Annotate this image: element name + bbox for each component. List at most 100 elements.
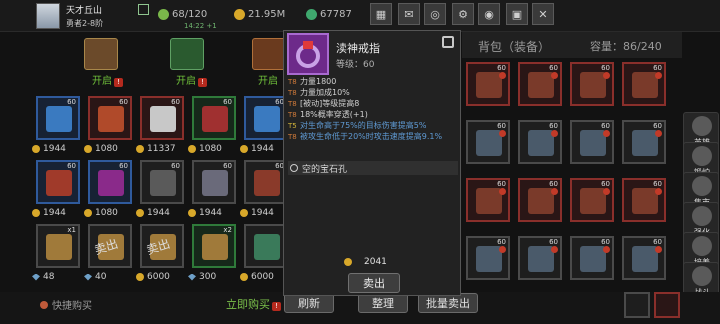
new-badge-icon (655, 188, 662, 195)
bag-slot[interactable]: 60 (518, 178, 562, 222)
new-badge-icon (655, 72, 662, 79)
item-level-badge: 60 (67, 98, 76, 106)
bag-slot[interactable]: 60 (622, 178, 666, 222)
staff-icon (254, 106, 280, 132)
shop-price: 40 (84, 272, 106, 282)
color-button[interactable]: ◉ (478, 3, 500, 25)
stat-row: T8 力量1800 (288, 77, 458, 87)
gift-icon: ▣ (511, 7, 523, 21)
bag-slot[interactable]: 60 (518, 236, 562, 280)
shop-slot[interactable]: 卖出 (140, 224, 184, 268)
settings-button[interactable]: ⚙ (452, 3, 474, 25)
gem-icon (84, 273, 92, 281)
mail-icon: ✉ (404, 7, 414, 21)
stat-text: 对生命高于75%的目标伤害提高5% (300, 121, 427, 130)
bag-slot[interactable]: 60 (570, 62, 614, 106)
sell-button[interactable]: 卖出 (348, 273, 400, 293)
shop-slot[interactable]: 60 (140, 96, 184, 140)
bag-slot[interactable]: 60 (622, 120, 666, 164)
staff-icon (46, 106, 72, 132)
sort-button[interactable]: 整理 (358, 293, 408, 313)
item-level-badge: 60 (601, 180, 610, 188)
shop-price: 1944 (32, 208, 66, 218)
shop-slot[interactable]: 卖出 (88, 224, 132, 268)
bottom-slot[interactable] (654, 292, 680, 318)
item-level-badge: 60 (497, 122, 506, 130)
gift-button[interactable]: ▣ (506, 3, 528, 25)
bag-slot[interactable]: 60 (570, 236, 614, 280)
new-badge-icon (499, 72, 506, 79)
new-badge-icon (551, 188, 558, 195)
bag-slot[interactable]: 60 (466, 62, 510, 106)
bow-icon (202, 106, 228, 132)
bulk-sell-button[interactable]: 批量卖出 (418, 293, 478, 313)
player-name: 天才丘山 (66, 6, 103, 16)
item-level-badge: 60 (171, 98, 180, 106)
bag-slot[interactable]: 60 (518, 120, 562, 164)
bag-slot[interactable]: 60 (466, 120, 510, 164)
bag-slot[interactable]: 60 (570, 120, 614, 164)
new-badge-icon (499, 246, 506, 253)
shop-slot[interactable]: 60 (192, 96, 236, 140)
polearm-icon (150, 106, 176, 132)
buy-now-link[interactable]: 立即购买! (226, 296, 281, 312)
shop-slot[interactable]: x2 (192, 224, 236, 268)
shop-slot[interactable]: 60 (36, 96, 80, 140)
item-level-badge: 60 (119, 98, 128, 106)
shop-slot[interactable]: 60 (244, 160, 288, 204)
item-level-badge: 60 (223, 98, 232, 106)
shop-slot[interactable]: x1 (36, 224, 80, 268)
battle-top-button[interactable]: ✕ (532, 3, 554, 25)
refresh-button[interactable]: 刷新 (284, 293, 334, 313)
bottom-slot[interactable] (624, 292, 650, 318)
gold-coin-icon (32, 145, 40, 153)
bag-slot[interactable]: 60 (622, 236, 666, 280)
shop-price: 300 (188, 272, 216, 282)
item-price: 2041 (344, 257, 387, 267)
shop-price: 48 (32, 272, 54, 282)
shop-slot[interactable]: 60 (88, 96, 132, 140)
avatar[interactable] (36, 3, 60, 29)
bag-slot[interactable]: 60 (518, 62, 562, 106)
gold-coin-icon (32, 209, 40, 217)
quick-buy-toggle[interactable]: 快捷购买 (40, 297, 92, 312)
crossed-swords-icon: ✕ (538, 7, 548, 21)
shop-slot[interactable]: 60 (244, 96, 288, 140)
unlock-icon[interactable] (442, 36, 454, 48)
item-price-value: 2041 (364, 257, 387, 267)
stat-text: 力量加成10% (300, 88, 350, 97)
chest-orange[interactable] (252, 38, 286, 70)
tier-label: T5 (288, 122, 297, 130)
bag-slot[interactable]: 60 (466, 236, 510, 280)
bag-slot[interactable]: 60 (466, 178, 510, 222)
mail-button[interactable]: ✉ (398, 3, 420, 25)
alert-icon: ! (198, 78, 207, 87)
shop-slot[interactable]: 60 (192, 160, 236, 204)
bag-slot[interactable]: 60 (622, 62, 666, 106)
stat-row: T8 18%概率穿透(+1) (288, 110, 458, 120)
chest-green[interactable] (170, 38, 204, 70)
chest-orange-label: 开启 (258, 76, 278, 87)
item-level-badge: 60 (171, 162, 180, 170)
gem-value: 67787 (320, 9, 352, 20)
bag-slot[interactable]: 60 (570, 178, 614, 222)
hero-icon (692, 116, 712, 136)
shop-slot[interactable]: 60 (36, 160, 80, 204)
chest-bronze[interactable] (84, 38, 118, 70)
shop-slot[interactable]: 60 (88, 160, 132, 204)
stat-row: T8 被攻生命低于20%时攻击速度提高9.1% (288, 132, 458, 142)
shop-price: 6000 (240, 272, 274, 282)
item-count-badge: x2 (223, 226, 232, 234)
bag-capacity: 容量：86/240 (590, 40, 662, 53)
shop-price-value: 1080 (95, 144, 118, 154)
gear-icon: ⚙ (458, 7, 468, 21)
shop-slot[interactable]: 60 (140, 160, 184, 204)
tier-label: T8 (288, 111, 297, 119)
gamepad-button[interactable]: ◎ (424, 3, 446, 25)
shop-button[interactable]: ▦ (370, 3, 392, 25)
train-icon (692, 236, 712, 256)
shop-price-value: 1944 (43, 208, 66, 218)
edit-icon[interactable] (138, 4, 149, 15)
shop-slot[interactable] (244, 224, 288, 268)
radio-icon (40, 300, 48, 309)
